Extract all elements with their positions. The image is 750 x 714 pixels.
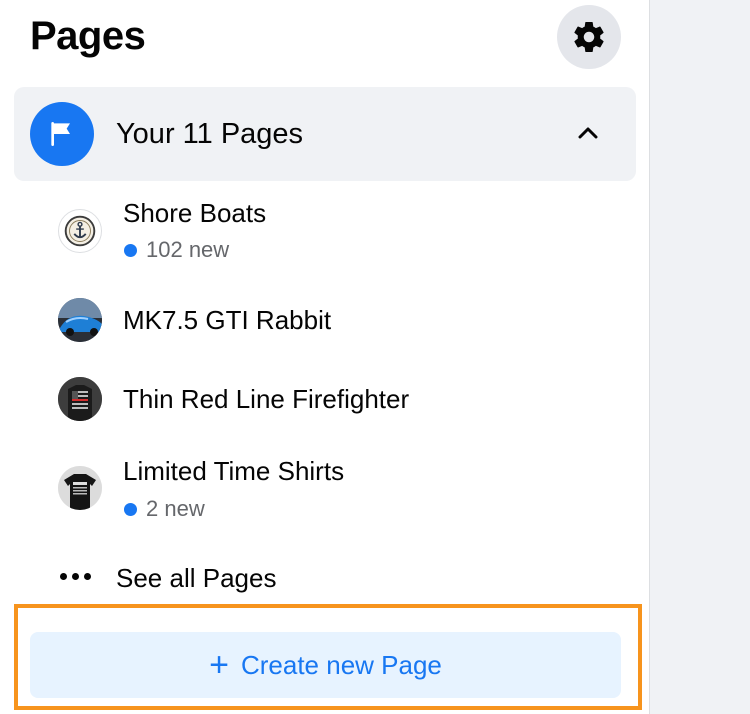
page-name: Shore Boats (123, 198, 267, 228)
avatar (58, 209, 102, 253)
see-all-pages-link[interactable]: See all Pages (14, 553, 636, 603)
create-new-page-button[interactable]: + Create new Page (30, 632, 621, 698)
new-badge: 2 new (123, 496, 205, 522)
settings-button[interactable] (557, 5, 621, 69)
new-count: 102 new (146, 237, 230, 262)
avatar (58, 298, 102, 342)
plus-icon: + (209, 646, 229, 684)
page-item-limited-time-shirts[interactable]: Limited Time Shirts 2 new (14, 450, 636, 526)
flag-icon (51, 122, 70, 146)
page-item-thin-red-line-firefighter[interactable]: Thin Red Line Firefighter (14, 362, 636, 438)
gear-icon (574, 21, 604, 52)
section-label: Your 11 Pages (116, 118, 304, 150)
new-count: 2 new (146, 496, 205, 521)
black-shirt-photo-icon (58, 466, 102, 510)
unread-dot (124, 243, 137, 257)
your-pages-section-header[interactable]: Your 11 Pages (14, 87, 636, 181)
flag-shirt-photo-icon (58, 377, 102, 421)
new-badge: 102 new (123, 237, 229, 263)
blue-car-photo-icon (58, 298, 102, 342)
page-name: Thin Red Line Firefighter (123, 384, 410, 414)
chevron-up-icon[interactable] (576, 121, 600, 145)
section-avatar (30, 102, 94, 166)
avatar (58, 377, 102, 421)
page-name: MK7.5 GTI Rabbit (123, 305, 332, 335)
pages-panel: Pages Your 11 Pages Shore Boats 102 new … (0, 0, 650, 714)
page-item-mk75-gti-rabbit[interactable]: MK7.5 GTI Rabbit (14, 282, 636, 358)
page-title: Pages (30, 14, 146, 58)
see-all-label: See all Pages (116, 563, 277, 593)
page-name: Limited Time Shirts (123, 456, 345, 486)
avatar (58, 466, 102, 510)
more-dots-icon (60, 573, 91, 580)
anchor-logo-icon (64, 215, 96, 247)
create-button-label: Create new Page (240, 649, 442, 680)
page-item-shore-boats[interactable]: Shore Boats 102 new (14, 192, 636, 268)
unread-dot (124, 502, 137, 516)
